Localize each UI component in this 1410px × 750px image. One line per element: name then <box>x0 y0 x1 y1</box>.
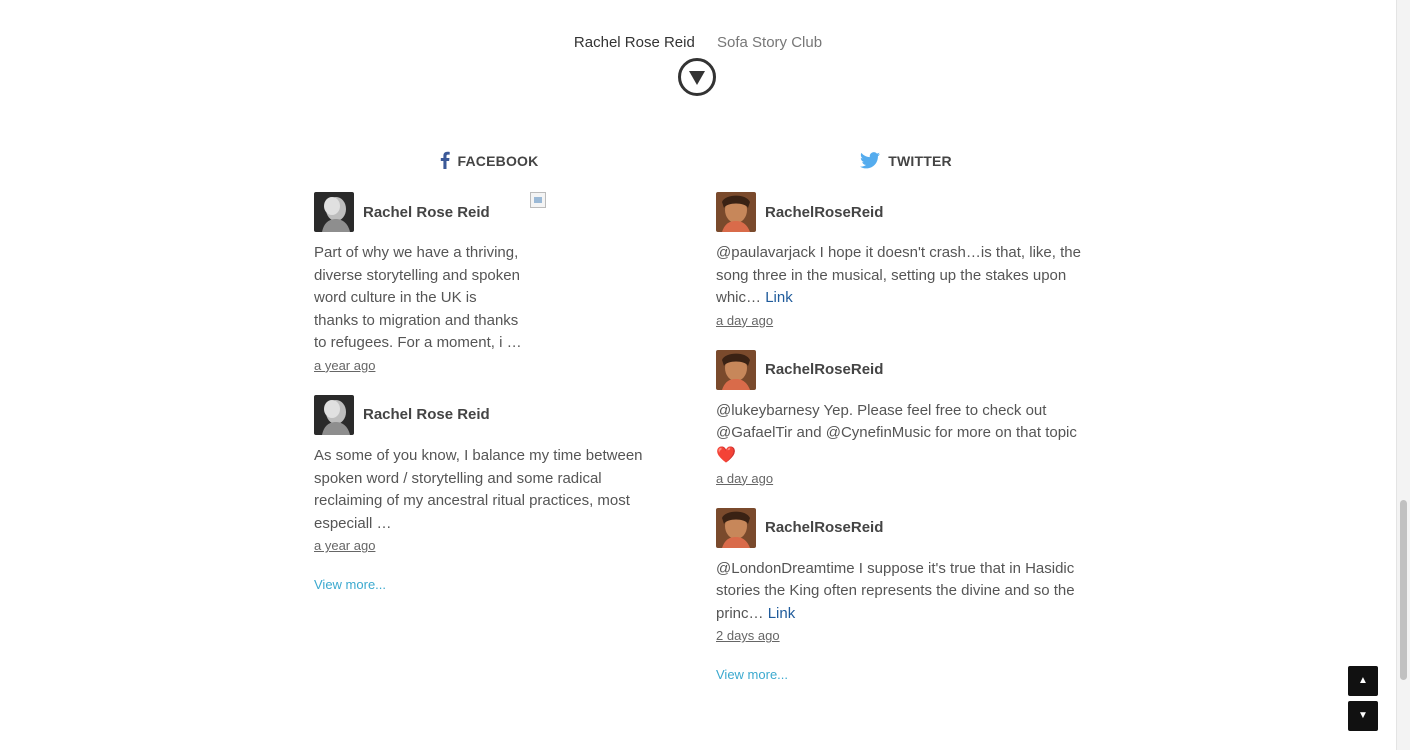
scroll-up-button[interactable]: ▲ <box>1348 666 1378 696</box>
top-nav: Rachel Rose Reid Sofa Story Club <box>0 34 1396 51</box>
tweet-link[interactable]: Link <box>765 289 793 306</box>
avatar[interactable] <box>716 507 756 548</box>
post-author[interactable]: Rachel Rose Reid <box>363 204 490 221</box>
post-timestamp[interactable]: a year ago <box>314 538 375 553</box>
arrow-down-icon: ▼ <box>1358 710 1368 721</box>
tweet-timestamp[interactable]: a day ago <box>716 313 773 328</box>
tweet-text: @paulavarjack I hope it doesn't crash…is… <box>716 242 1096 310</box>
tweet: RachelRoseReid @paulavarjack I hope it d… <box>716 192 1096 330</box>
facebook-heading-label: FACEBOOK <box>457 153 539 169</box>
tweet-body: @lukeybarnesy Yep. Please feel free to c… <box>716 401 1077 442</box>
post-text: As some of you know, I balance my time b… <box>314 446 643 532</box>
heart-emoji-icon: ❤️ <box>716 446 736 464</box>
tweet: RachelRoseReid @LondonDreamtime I suppos… <box>716 507 1096 646</box>
twitter-icon <box>860 152 881 169</box>
tweet-timestamp[interactable]: 2 days ago <box>716 628 780 643</box>
twitter-feed: TWITTER RachelRoseReid @paulavarjack I h… <box>716 150 1096 684</box>
twitter-view-more-link[interactable]: View more... <box>716 667 788 682</box>
tweet-text: @lukeybarnesy Yep. Please feel free to c… <box>716 400 1096 468</box>
tweet: RachelRoseReid @lukeybarnesy Yep. Please… <box>716 349 1096 488</box>
post-text: Part of why we have a thriving, diverse … <box>314 244 522 352</box>
twitter-heading-label: TWITTER <box>888 153 952 169</box>
nav-item-sofa-story-club[interactable]: Sofa Story Club <box>717 34 822 51</box>
avatar[interactable] <box>314 192 354 232</box>
post-header: Rachel Rose Reid <box>314 192 664 232</box>
post-author[interactable]: Rachel Rose Reid <box>363 406 490 423</box>
tweet-author[interactable]: RachelRoseReid <box>765 204 883 221</box>
tweet-author[interactable]: RachelRoseReid <box>765 361 883 378</box>
tweet-author[interactable]: RachelRoseReid <box>765 519 883 536</box>
tweet-text: @LondonDreamtime I suppose it's true tha… <box>716 558 1096 626</box>
arrow-up-icon: ▲ <box>1358 675 1368 686</box>
tweet-header: RachelRoseReid <box>716 349 1096 390</box>
scroll-down-button[interactable]: ▼ <box>1348 701 1378 731</box>
scrollbar-thumb[interactable] <box>1400 500 1407 680</box>
chevron-down-circle-icon[interactable] <box>678 58 716 96</box>
broken-image-icon <box>530 192 546 208</box>
twitter-heading: TWITTER <box>716 150 1096 172</box>
avatar[interactable] <box>716 192 756 232</box>
tweet-header: RachelRoseReid <box>716 507 1096 548</box>
post-header: Rachel Rose Reid <box>314 394 664 435</box>
tweet-header: RachelRoseReid <box>716 192 1096 232</box>
facebook-post: Rachel Rose Reid As some of you know, I … <box>314 394 664 555</box>
facebook-feed: FACEBOOK Rachel Rose Reid Part of why we… <box>314 150 664 594</box>
tweet-link[interactable]: Link <box>768 605 796 622</box>
tweet-timestamp[interactable]: a day ago <box>716 471 773 486</box>
facebook-post: Rachel Rose Reid Part of why we have a t… <box>314 192 664 375</box>
facebook-heading: FACEBOOK <box>314 150 664 172</box>
post-timestamp[interactable]: a year ago <box>314 358 375 373</box>
facebook-view-more-link[interactable]: View more... <box>314 577 386 592</box>
facebook-icon <box>440 151 450 169</box>
nav-item-rachel-rose-reid[interactable]: Rachel Rose Reid <box>574 34 695 51</box>
avatar[interactable] <box>716 349 756 390</box>
avatar[interactable] <box>314 394 354 435</box>
page-scrollbar[interactable] <box>1396 0 1410 750</box>
